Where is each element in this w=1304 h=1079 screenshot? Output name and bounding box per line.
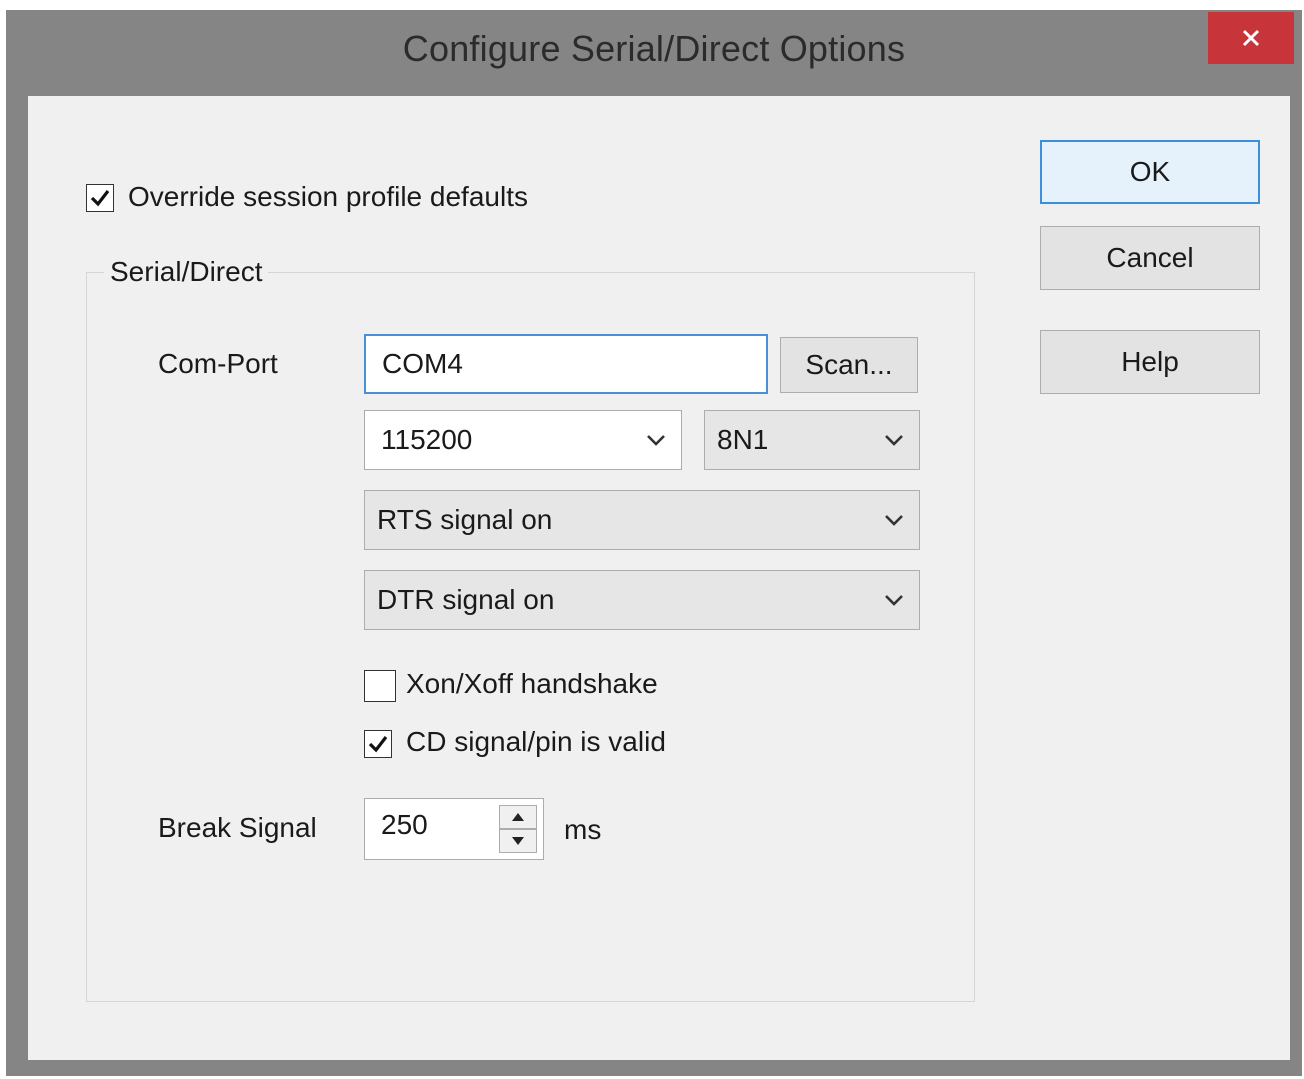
break-signal-unit: ms [564, 814, 602, 845]
break-signal-label: Break Signal [158, 812, 317, 843]
framing-select[interactable]: 8N1 [704, 410, 920, 470]
dialog-body: Override session profile defaults Serial… [28, 96, 1290, 1060]
com-port-value: COM4 [382, 348, 463, 379]
com-port-label: Com-Port [158, 348, 278, 379]
spin-down-button[interactable] [499, 829, 537, 853]
cd-signal-label[interactable]: CD signal/pin is valid [406, 726, 666, 758]
title-bar[interactable]: Configure Serial/Direct Options [6, 10, 1302, 94]
chevron-down-icon [647, 435, 665, 446]
triangle-up-icon [512, 813, 524, 821]
cancel-button-label: Cancel [1106, 242, 1194, 273]
override-checkbox[interactable] [86, 184, 114, 212]
window-title: Configure Serial/Direct Options [402, 28, 906, 69]
dtr-select[interactable]: DTR signal on [364, 570, 920, 630]
cd-signal-checkbox[interactable] [364, 730, 392, 758]
chevron-down-icon [885, 515, 903, 526]
ok-button[interactable]: OK [1040, 140, 1260, 204]
help-button[interactable]: Help [1040, 330, 1260, 394]
spin-up-button[interactable] [499, 805, 537, 829]
chevron-down-icon [885, 435, 903, 446]
break-signal-stepper[interactable]: 250 [364, 798, 544, 860]
dialog-window: Configure Serial/Direct Options Override… [6, 10, 1302, 1076]
framing-value: 8N1 [717, 424, 769, 455]
group-title: Serial/Direct [104, 256, 269, 288]
scan-button[interactable]: Scan... [780, 337, 918, 393]
xon-xoff-checkbox[interactable] [364, 670, 396, 702]
override-label[interactable]: Override session profile defaults [128, 181, 528, 213]
break-signal-value[interactable]: 250 [381, 809, 428, 841]
rts-value: RTS signal on [377, 504, 553, 535]
baud-rate-value: 115200 [381, 424, 473, 455]
close-button[interactable] [1208, 12, 1294, 64]
xon-xoff-label[interactable]: Xon/Xoff handshake [406, 668, 658, 700]
checkmark-icon [368, 736, 388, 753]
checkmark-icon [90, 190, 110, 207]
baud-rate-select[interactable]: 115200 [364, 410, 682, 470]
help-button-label: Help [1121, 346, 1179, 377]
chevron-down-icon [885, 595, 903, 606]
cancel-button[interactable]: Cancel [1040, 226, 1260, 290]
com-port-input[interactable]: COM4 [364, 334, 768, 394]
close-icon [1242, 29, 1260, 47]
dtr-value: DTR signal on [377, 584, 555, 615]
ok-button-label: OK [1129, 156, 1171, 187]
triangle-down-icon [512, 837, 524, 845]
scan-button-label: Scan... [805, 349, 893, 380]
rts-select[interactable]: RTS signal on [364, 490, 920, 550]
